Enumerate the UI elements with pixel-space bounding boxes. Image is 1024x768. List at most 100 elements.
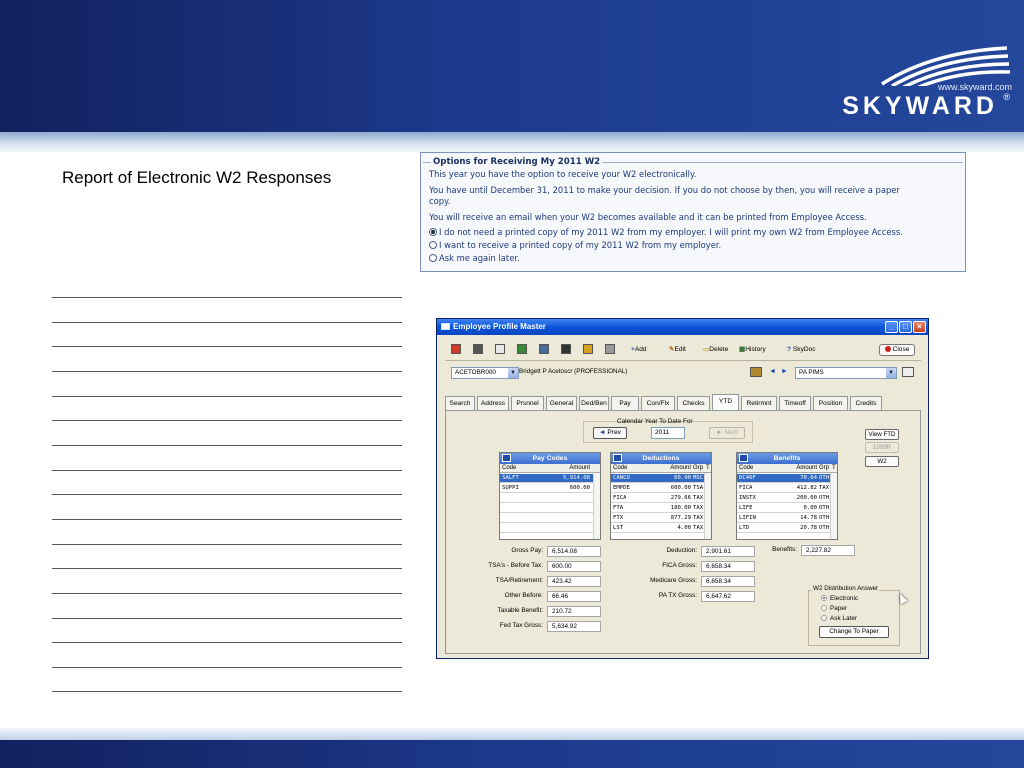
- close-icon[interactable]: ×: [913, 321, 926, 333]
- cell-amount: 180.00: [670, 505, 691, 511]
- tools-icon[interactable]: [583, 344, 593, 354]
- grid-scrollbar[interactable]: [593, 473, 600, 539]
- next-button[interactable]: ► Next: [709, 427, 745, 439]
- grid-chart-icon[interactable]: [613, 454, 622, 462]
- cell-amount: 70.64: [800, 475, 817, 481]
- chevron-down-icon[interactable]: ▼: [886, 368, 896, 378]
- tab-timeoff[interactable]: Timeoff: [779, 396, 811, 410]
- chevron-down-icon[interactable]: ▼: [508, 368, 518, 378]
- table-row[interactable]: [500, 494, 600, 503]
- writing-line: [52, 470, 402, 471]
- grid-scrollbar[interactable]: [830, 473, 837, 539]
- tab-ded-ben[interactable]: Ded/Ben: [579, 396, 609, 410]
- w2-button[interactable]: W2: [865, 456, 899, 467]
- tab-prsnnel[interactable]: Prsnnel: [511, 396, 544, 410]
- add-button[interactable]: +Add: [631, 344, 647, 355]
- writing-line: [52, 494, 402, 495]
- prev-button[interactable]: ◄ Prev: [593, 427, 627, 439]
- total-value: 600.00: [547, 561, 601, 572]
- next-record-icon[interactable]: ►: [781, 368, 788, 375]
- total-value: 423.42: [547, 576, 601, 587]
- writing-line: [52, 371, 402, 372]
- tab-search[interactable]: Search: [445, 396, 475, 410]
- tab-address[interactable]: Address: [477, 396, 509, 410]
- radio-selected-icon[interactable]: [429, 228, 437, 236]
- window-titlebar[interactable]: Employee Profile Master _ □ ×: [437, 319, 928, 335]
- w2-option-electronic[interactable]: Electronic: [821, 595, 858, 602]
- tab-checks[interactable]: Checks: [677, 396, 710, 410]
- radio-icon[interactable]: [429, 254, 437, 262]
- tab-retirmnt[interactable]: Retirmnt: [741, 396, 777, 410]
- table-row[interactable]: DC46F 70.64 OTH: [737, 474, 837, 483]
- radio-icon[interactable]: [821, 605, 827, 611]
- year-field[interactable]: 2011: [651, 427, 685, 439]
- delete-button[interactable]: ▭Delete: [703, 344, 728, 355]
- logo-wordmark: SKYWARD: [842, 92, 998, 120]
- 1099r-button[interactable]: 1099R: [865, 442, 899, 453]
- table-row[interactable]: [500, 504, 600, 513]
- table-row[interactable]: FICA412.82TAXF: [737, 484, 837, 493]
- edit-button[interactable]: ✎Edit: [669, 344, 686, 355]
- table-row[interactable]: FICA279.66TAXF: [611, 494, 711, 503]
- cell-code: LTD: [739, 525, 750, 531]
- w2-option-ask-later[interactable]: Ask Later: [821, 615, 857, 622]
- table-row[interactable]: CANCO 60.90 MSC: [611, 474, 711, 483]
- previous-record-icon[interactable]: ◄: [769, 368, 776, 375]
- option-ask-later[interactable]: Ask me again later.: [429, 253, 520, 263]
- table-row[interactable]: INSTX 200.00 OTH: [737, 494, 837, 503]
- cell-amount: 20.78: [800, 525, 817, 531]
- writing-line: [52, 568, 402, 569]
- tab-pay[interactable]: Pay: [611, 396, 639, 410]
- tab-credits[interactable]: Credits: [850, 396, 882, 410]
- w2-option-paper[interactable]: Paper: [821, 605, 847, 612]
- tab-general[interactable]: General: [546, 396, 577, 410]
- table-row[interactable]: [500, 524, 600, 533]
- info-line: This year you have the option to receive…: [429, 169, 697, 179]
- w2-distribution-title: W2 Distribution Answer: [812, 585, 880, 592]
- table-row[interactable]: FTA180.00TAXD: [611, 504, 711, 513]
- mail-icon[interactable]: [451, 344, 461, 354]
- copy-icon[interactable]: [495, 344, 505, 354]
- table-row[interactable]: SUPPI 600.00: [500, 484, 600, 493]
- maximize-icon[interactable]: □: [899, 321, 912, 333]
- employee-select[interactable]: ACETOBR000 ▼: [451, 367, 519, 379]
- close-button[interactable]: Close: [879, 344, 915, 356]
- radio-selected-icon[interactable]: [821, 595, 827, 601]
- radio-icon[interactable]: [429, 241, 437, 249]
- writing-line: [52, 618, 402, 619]
- option-electronic[interactable]: I do not need a printed copy of my 2011 …: [429, 227, 903, 237]
- window-switch-icon[interactable]: [902, 367, 914, 377]
- district-select[interactable]: PA PIMS ▼: [795, 367, 897, 379]
- skydoc-button[interactable]: ? SkyDoc: [787, 344, 816, 355]
- radio-icon[interactable]: [821, 615, 827, 621]
- cell-amount: 200.00: [796, 495, 817, 501]
- tab-con-flx[interactable]: Con/Flx: [641, 396, 675, 410]
- minimize-icon[interactable]: _: [885, 321, 898, 333]
- people-icon[interactable]: [539, 344, 549, 354]
- total-value: 5,634.92: [547, 621, 601, 632]
- tab-ytd[interactable]: YTD: [712, 394, 739, 410]
- history-button[interactable]: ▦History: [739, 344, 766, 355]
- table-row[interactable]: EMPDE 600.00 TSA: [611, 484, 711, 493]
- view-ftd-button[interactable]: View FTD: [865, 429, 899, 440]
- grid-chart-icon[interactable]: [739, 454, 748, 462]
- table-row[interactable]: LTD 20.78 OTH: [737, 524, 837, 533]
- table-row[interactable]: LST4.00TAXO: [611, 524, 711, 533]
- table-row[interactable]: SALFT 5,914.08: [500, 474, 600, 483]
- table-row[interactable]: LIFIN 14.78 OTH: [737, 514, 837, 523]
- calculator-icon[interactable]: [473, 344, 483, 354]
- change-to-paper-button[interactable]: Change To Paper: [819, 626, 889, 638]
- table-row[interactable]: LIFE 0.00 OTH: [737, 504, 837, 513]
- grid-chart-icon[interactable]: [502, 454, 511, 462]
- table-row[interactable]: [500, 514, 600, 523]
- arrow-right-icon: ►: [716, 429, 723, 436]
- cell-amount: 14.78: [800, 515, 817, 521]
- folder-icon[interactable]: [517, 344, 527, 354]
- tab-position[interactable]: Position: [813, 396, 848, 410]
- grid-scrollbar[interactable]: [704, 473, 711, 539]
- option-paper[interactable]: I want to receive a printed copy of my 2…: [429, 240, 721, 250]
- table-row[interactable]: FTX877.29TAXD: [611, 514, 711, 523]
- id-card-icon[interactable]: [750, 367, 762, 377]
- printer-icon[interactable]: [561, 344, 571, 354]
- attachment-icon[interactable]: [605, 344, 615, 354]
